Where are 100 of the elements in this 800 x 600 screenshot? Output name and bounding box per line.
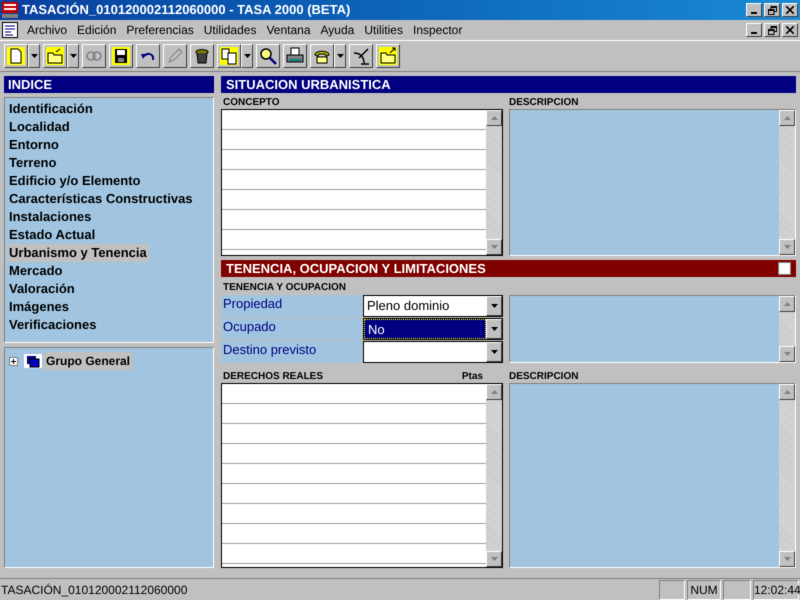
section-header: SITUACION URBANISTICA bbox=[221, 76, 796, 93]
caret-icon bbox=[490, 304, 498, 308]
scrollbar[interactable] bbox=[779, 110, 795, 255]
up-arrow-icon bbox=[490, 116, 498, 120]
folder-icon bbox=[46, 47, 64, 65]
restore-button[interactable] bbox=[764, 3, 780, 17]
menu-item[interactable]: Edición bbox=[72, 21, 122, 39]
scroll-up-button[interactable] bbox=[779, 384, 795, 400]
dropdown-field[interactable]: Pleno dominio bbox=[363, 295, 503, 317]
column-heading: DESCRIPCION bbox=[509, 370, 580, 383]
dropdown-button[interactable] bbox=[334, 44, 346, 68]
scrollbar[interactable] bbox=[486, 384, 502, 567]
close-button[interactable] bbox=[782, 23, 798, 37]
menu-item[interactable]: Archivo bbox=[22, 21, 72, 39]
tree-item[interactable]: Grupo General bbox=[44, 352, 132, 370]
restore-icon bbox=[768, 26, 776, 34]
toolbar-button[interactable] bbox=[136, 44, 160, 68]
menu-item[interactable]: Preferencias bbox=[121, 21, 199, 39]
caret-icon bbox=[336, 54, 344, 58]
toolbar-button[interactable] bbox=[4, 44, 28, 68]
index-item[interactable]: Instalaciones bbox=[7, 208, 94, 226]
clock: 12:02:44 bbox=[753, 580, 799, 600]
dropdown-field[interactable]: No bbox=[363, 318, 503, 340]
index-item[interactable]: Edificio y/o Elemento bbox=[7, 172, 142, 190]
dropdown-button[interactable] bbox=[241, 44, 253, 68]
printer-icon bbox=[286, 47, 304, 65]
index-item[interactable]: Entorno bbox=[7, 136, 61, 154]
field-label: Ocupado bbox=[221, 318, 362, 340]
index-item[interactable]: Urbanismo y Tenencia bbox=[7, 244, 149, 262]
scroll-up-button[interactable] bbox=[486, 110, 502, 126]
menu-item[interactable]: Utilidades bbox=[198, 21, 262, 39]
caret-icon bbox=[490, 327, 498, 331]
checkbox[interactable] bbox=[778, 262, 791, 275]
dropdown-button[interactable] bbox=[28, 44, 40, 68]
down-arrow-icon bbox=[490, 245, 498, 249]
toolbar-button[interactable] bbox=[283, 44, 307, 68]
column-heading: CONCEPTO bbox=[222, 96, 280, 109]
menu-item[interactable]: Ventana bbox=[261, 21, 316, 39]
subsection-heading: TENENCIA Y OCUPACION bbox=[222, 281, 347, 294]
toolbar-button[interactable] bbox=[217, 44, 241, 68]
scrollbar[interactable] bbox=[779, 296, 795, 362]
scroll-down-button[interactable] bbox=[779, 239, 795, 255]
index-item[interactable]: Imágenes bbox=[7, 298, 71, 316]
num-lock-indicator: NUM bbox=[687, 580, 721, 600]
restore-icon bbox=[768, 6, 776, 14]
pencil-icon bbox=[166, 47, 184, 65]
scroll-down-button[interactable] bbox=[486, 551, 502, 567]
status-text: TASACIÓN_010120002112060000 bbox=[1, 582, 188, 598]
field-label: Destino previsto bbox=[221, 341, 362, 363]
scrollbar[interactable] bbox=[486, 110, 502, 255]
antenna-icon bbox=[352, 47, 370, 65]
index-item[interactable]: Características Constructivas bbox=[7, 190, 195, 208]
caret-icon bbox=[244, 54, 250, 58]
index-item[interactable]: Estado Actual bbox=[7, 226, 98, 244]
minimize-button[interactable] bbox=[746, 23, 762, 37]
panel-header: INDICE bbox=[4, 76, 214, 93]
scrollbar[interactable] bbox=[779, 384, 795, 567]
down-arrow-icon bbox=[784, 557, 790, 561]
description-field[interactable] bbox=[509, 295, 796, 363]
toolbar-button[interactable] bbox=[190, 44, 214, 68]
toolbar-button[interactable] bbox=[349, 44, 373, 68]
document-menu-icon[interactable] bbox=[2, 22, 18, 38]
toolbar-button[interactable] bbox=[256, 44, 280, 68]
index-item[interactable]: Mercado bbox=[7, 262, 64, 280]
data-grid[interactable] bbox=[221, 109, 503, 256]
window-title: TASACIÓN_010120002112060000 - TASA 2000 (BETA) bbox=[22, 1, 352, 20]
toolbar-button[interactable] bbox=[310, 44, 334, 68]
floppy-disk-icon bbox=[112, 47, 130, 65]
index-item[interactable]: Terreno bbox=[7, 154, 58, 172]
scroll-up-button[interactable] bbox=[779, 110, 795, 126]
bin-icon bbox=[193, 47, 211, 65]
scroll-down-button[interactable] bbox=[779, 551, 795, 567]
description-field[interactable] bbox=[509, 383, 796, 568]
close-button[interactable] bbox=[782, 3, 798, 17]
menu-item[interactable]: Inspector bbox=[408, 21, 468, 39]
index-item[interactable]: Verificaciones bbox=[7, 316, 98, 334]
dropdown-button[interactable] bbox=[67, 44, 79, 68]
scroll-down-button[interactable] bbox=[486, 239, 502, 255]
toolbar-button[interactable] bbox=[109, 44, 133, 68]
toolbar-button[interactable] bbox=[376, 44, 400, 68]
up-arrow-icon bbox=[784, 390, 790, 394]
expand-icon[interactable] bbox=[9, 356, 18, 366]
field-value: No bbox=[364, 319, 486, 339]
scroll-up-button[interactable] bbox=[486, 384, 502, 400]
index-item[interactable]: Valoración bbox=[7, 280, 77, 298]
column-heading: Ptas bbox=[462, 370, 483, 383]
down-arrow-icon bbox=[784, 245, 790, 249]
index-item[interactable]: Identificación bbox=[7, 100, 95, 118]
copy-icon bbox=[220, 47, 238, 65]
menu-item[interactable]: Ayuda bbox=[316, 21, 360, 39]
scroll-up-button[interactable] bbox=[779, 296, 795, 312]
scroll-down-button[interactable] bbox=[779, 346, 795, 362]
restore-button[interactable] bbox=[764, 23, 780, 37]
minimize-button[interactable] bbox=[746, 3, 762, 17]
dropdown-field[interactable] bbox=[363, 341, 503, 363]
description-field[interactable] bbox=[509, 109, 796, 256]
down-arrow-icon bbox=[490, 557, 498, 561]
index-item[interactable]: Localidad bbox=[7, 118, 72, 136]
menu-item[interactable]: Utilities bbox=[359, 21, 408, 39]
toolbar-button[interactable] bbox=[43, 44, 67, 68]
